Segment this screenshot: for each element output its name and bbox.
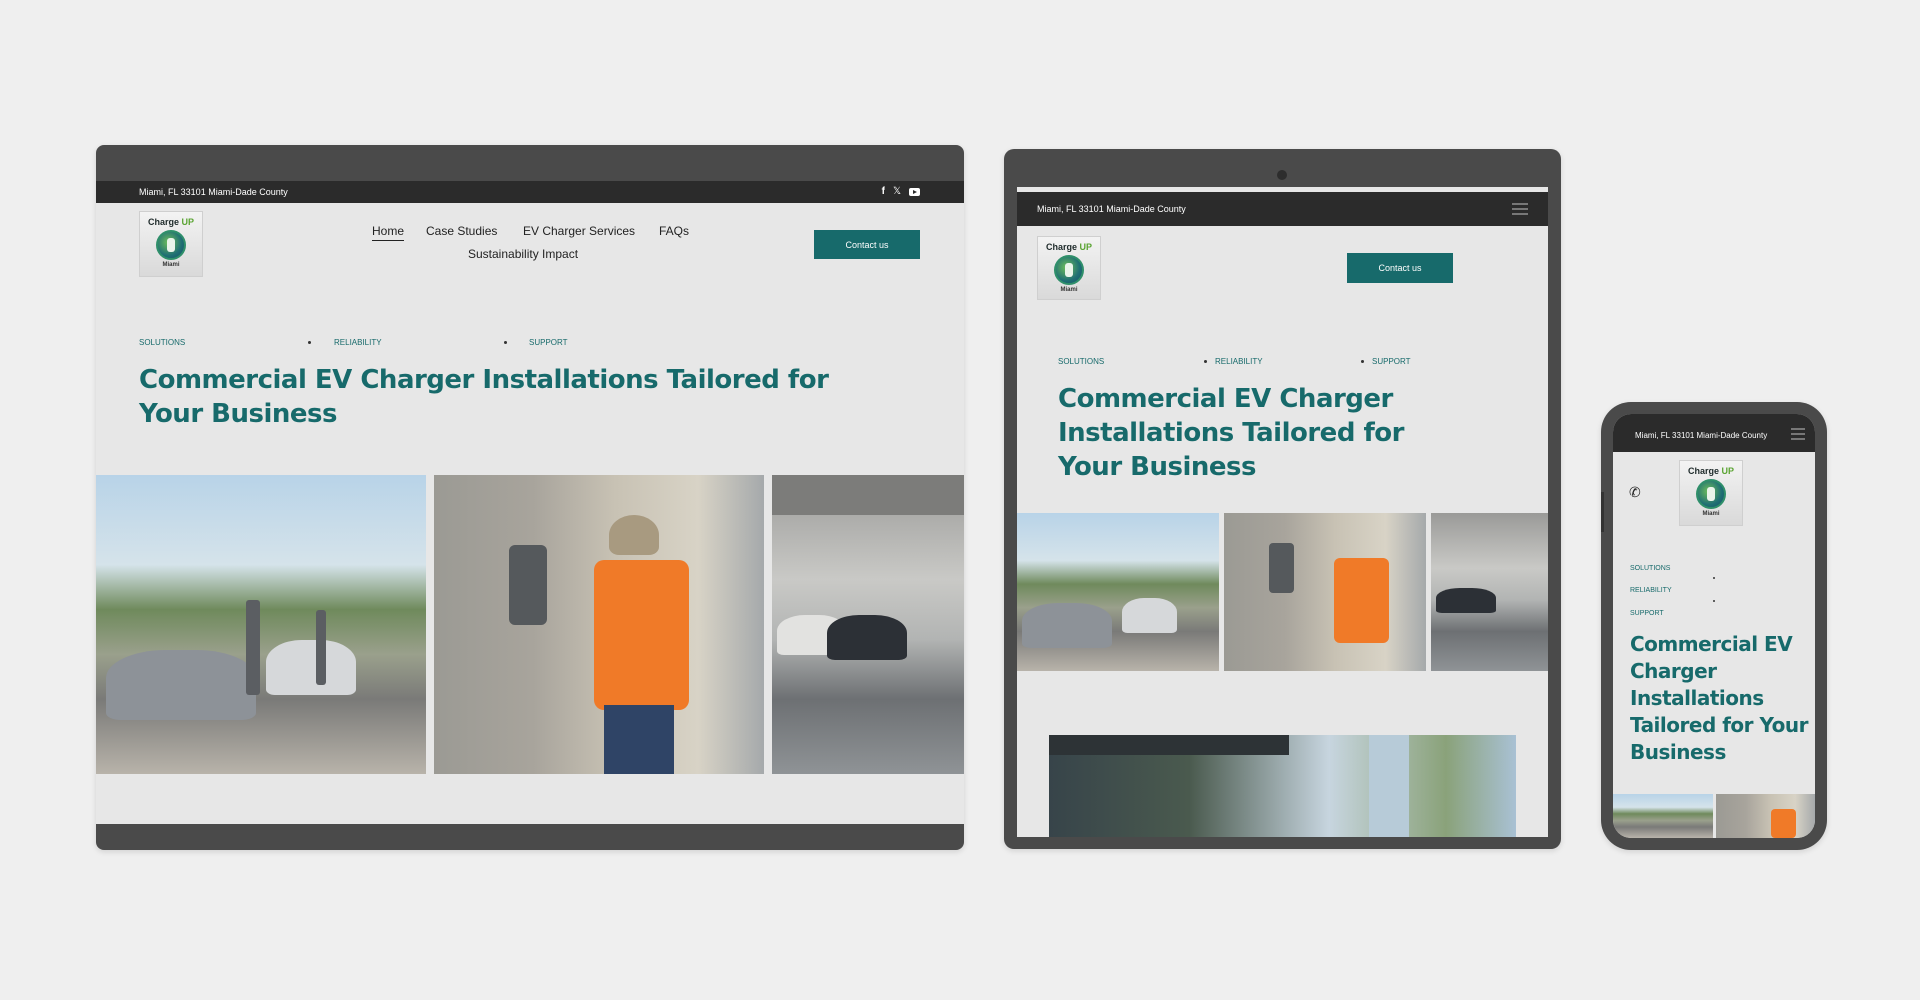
tag-reliability: RELIABILITY — [334, 338, 382, 347]
tag-separator — [308, 341, 311, 344]
facebook-icon[interactable]: f — [882, 186, 885, 197]
phone-screen: Miami, FL 33101 Miami-Dade County ✆ Char… — [1613, 414, 1815, 838]
logo[interactable]: Charge UP Miami — [1037, 236, 1101, 300]
hamburger-menu-icon[interactable] — [1512, 203, 1528, 215]
tag-support: SUPPORT — [1372, 357, 1411, 366]
tablet-screen: Miami, FL 33101 Miami-Dade County Charge… — [1017, 187, 1548, 837]
hamburger-menu-icon[interactable] — [1791, 428, 1805, 440]
tag-solutions: SOLUTIONS — [1630, 565, 1671, 572]
desktop-topbar: Miami, FL 33101 Miami-Dade County f 𝕏 — [96, 181, 964, 203]
photo-garage-chargers — [1431, 513, 1548, 671]
hero-title: Commercial EV Charger Installations Tail… — [1630, 632, 1808, 764]
tag-reliability: RELIABILITY — [1215, 357, 1263, 366]
photo-building-exterior — [1049, 735, 1516, 837]
logo[interactable]: Charge UP Miami — [139, 211, 203, 277]
tag-separator — [1361, 360, 1364, 363]
tag-support: SUPPORT — [1630, 610, 1664, 617]
tag-separator — [1713, 577, 1715, 579]
desktop-screen: Miami, FL 33101 Miami-Dade County f 𝕏 Ch… — [96, 181, 964, 824]
tablet-topbar: Miami, FL 33101 Miami-Dade County — [1017, 192, 1548, 226]
contact-us-button[interactable]: Contact us — [1347, 253, 1453, 283]
hero-title: Commercial EV Charger Installations Tail… — [1058, 384, 1404, 482]
photo-garage-chargers — [772, 475, 964, 774]
logo-globe-icon — [1696, 479, 1726, 509]
x-icon[interactable]: 𝕏 — [893, 186, 901, 197]
tag-reliability: RELIABILITY — [1630, 587, 1672, 594]
photo-technician-installing — [1224, 513, 1426, 671]
nav-faqs[interactable]: FAQs — [659, 224, 689, 238]
photo-parking-chargers — [1613, 794, 1713, 838]
nav-sustainability-impact[interactable]: Sustainability Impact — [468, 247, 578, 261]
nav-case-studies[interactable]: Case Studies — [426, 224, 497, 238]
youtube-icon[interactable] — [909, 187, 920, 196]
address-text: Miami, FL 33101 Miami-Dade County — [1635, 430, 1768, 440]
phone-icon[interactable]: ✆ — [1629, 484, 1641, 501]
logo-globe-icon — [1054, 255, 1084, 285]
tablet-camera — [1277, 170, 1287, 180]
photo-technician-installing — [1716, 794, 1815, 838]
contact-us-button[interactable]: Contact us — [814, 230, 920, 259]
nav-home[interactable]: Home — [372, 224, 405, 241]
logo[interactable]: Charge UP Miami — [1679, 460, 1743, 526]
photo-technician-installing — [434, 475, 764, 774]
address-text: Miami, FL 33101 Miami-Dade County — [1037, 204, 1186, 214]
tablet-device-frame: Miami, FL 33101 Miami-Dade County Charge… — [1004, 149, 1561, 849]
nav-ev-charger-services[interactable]: EV Charger Services — [523, 224, 635, 238]
desktop-device-frame: Miami, FL 33101 Miami-Dade County f 𝕏 Ch… — [96, 145, 964, 850]
social-icons: f 𝕏 — [882, 186, 920, 197]
tag-separator — [504, 341, 507, 344]
photo-parking-chargers — [96, 475, 426, 774]
tag-separator — [1713, 600, 1715, 602]
phone-device-frame: Miami, FL 33101 Miami-Dade County ✆ Char… — [1601, 402, 1827, 850]
tag-separator — [1204, 360, 1207, 363]
photo-parking-chargers — [1017, 513, 1219, 671]
logo-globe-icon — [156, 230, 186, 260]
tag-solutions: SOLUTIONS — [1058, 357, 1105, 366]
tag-support: SUPPORT — [529, 338, 568, 347]
hero-title: Commercial EV Charger Installations Tail… — [139, 365, 829, 429]
phone-topbar: Miami, FL 33101 Miami-Dade County — [1613, 414, 1815, 452]
phone-side-button — [1601, 492, 1604, 532]
tag-solutions: SOLUTIONS — [139, 338, 186, 347]
address-text: Miami, FL 33101 Miami-Dade County — [139, 187, 288, 197]
